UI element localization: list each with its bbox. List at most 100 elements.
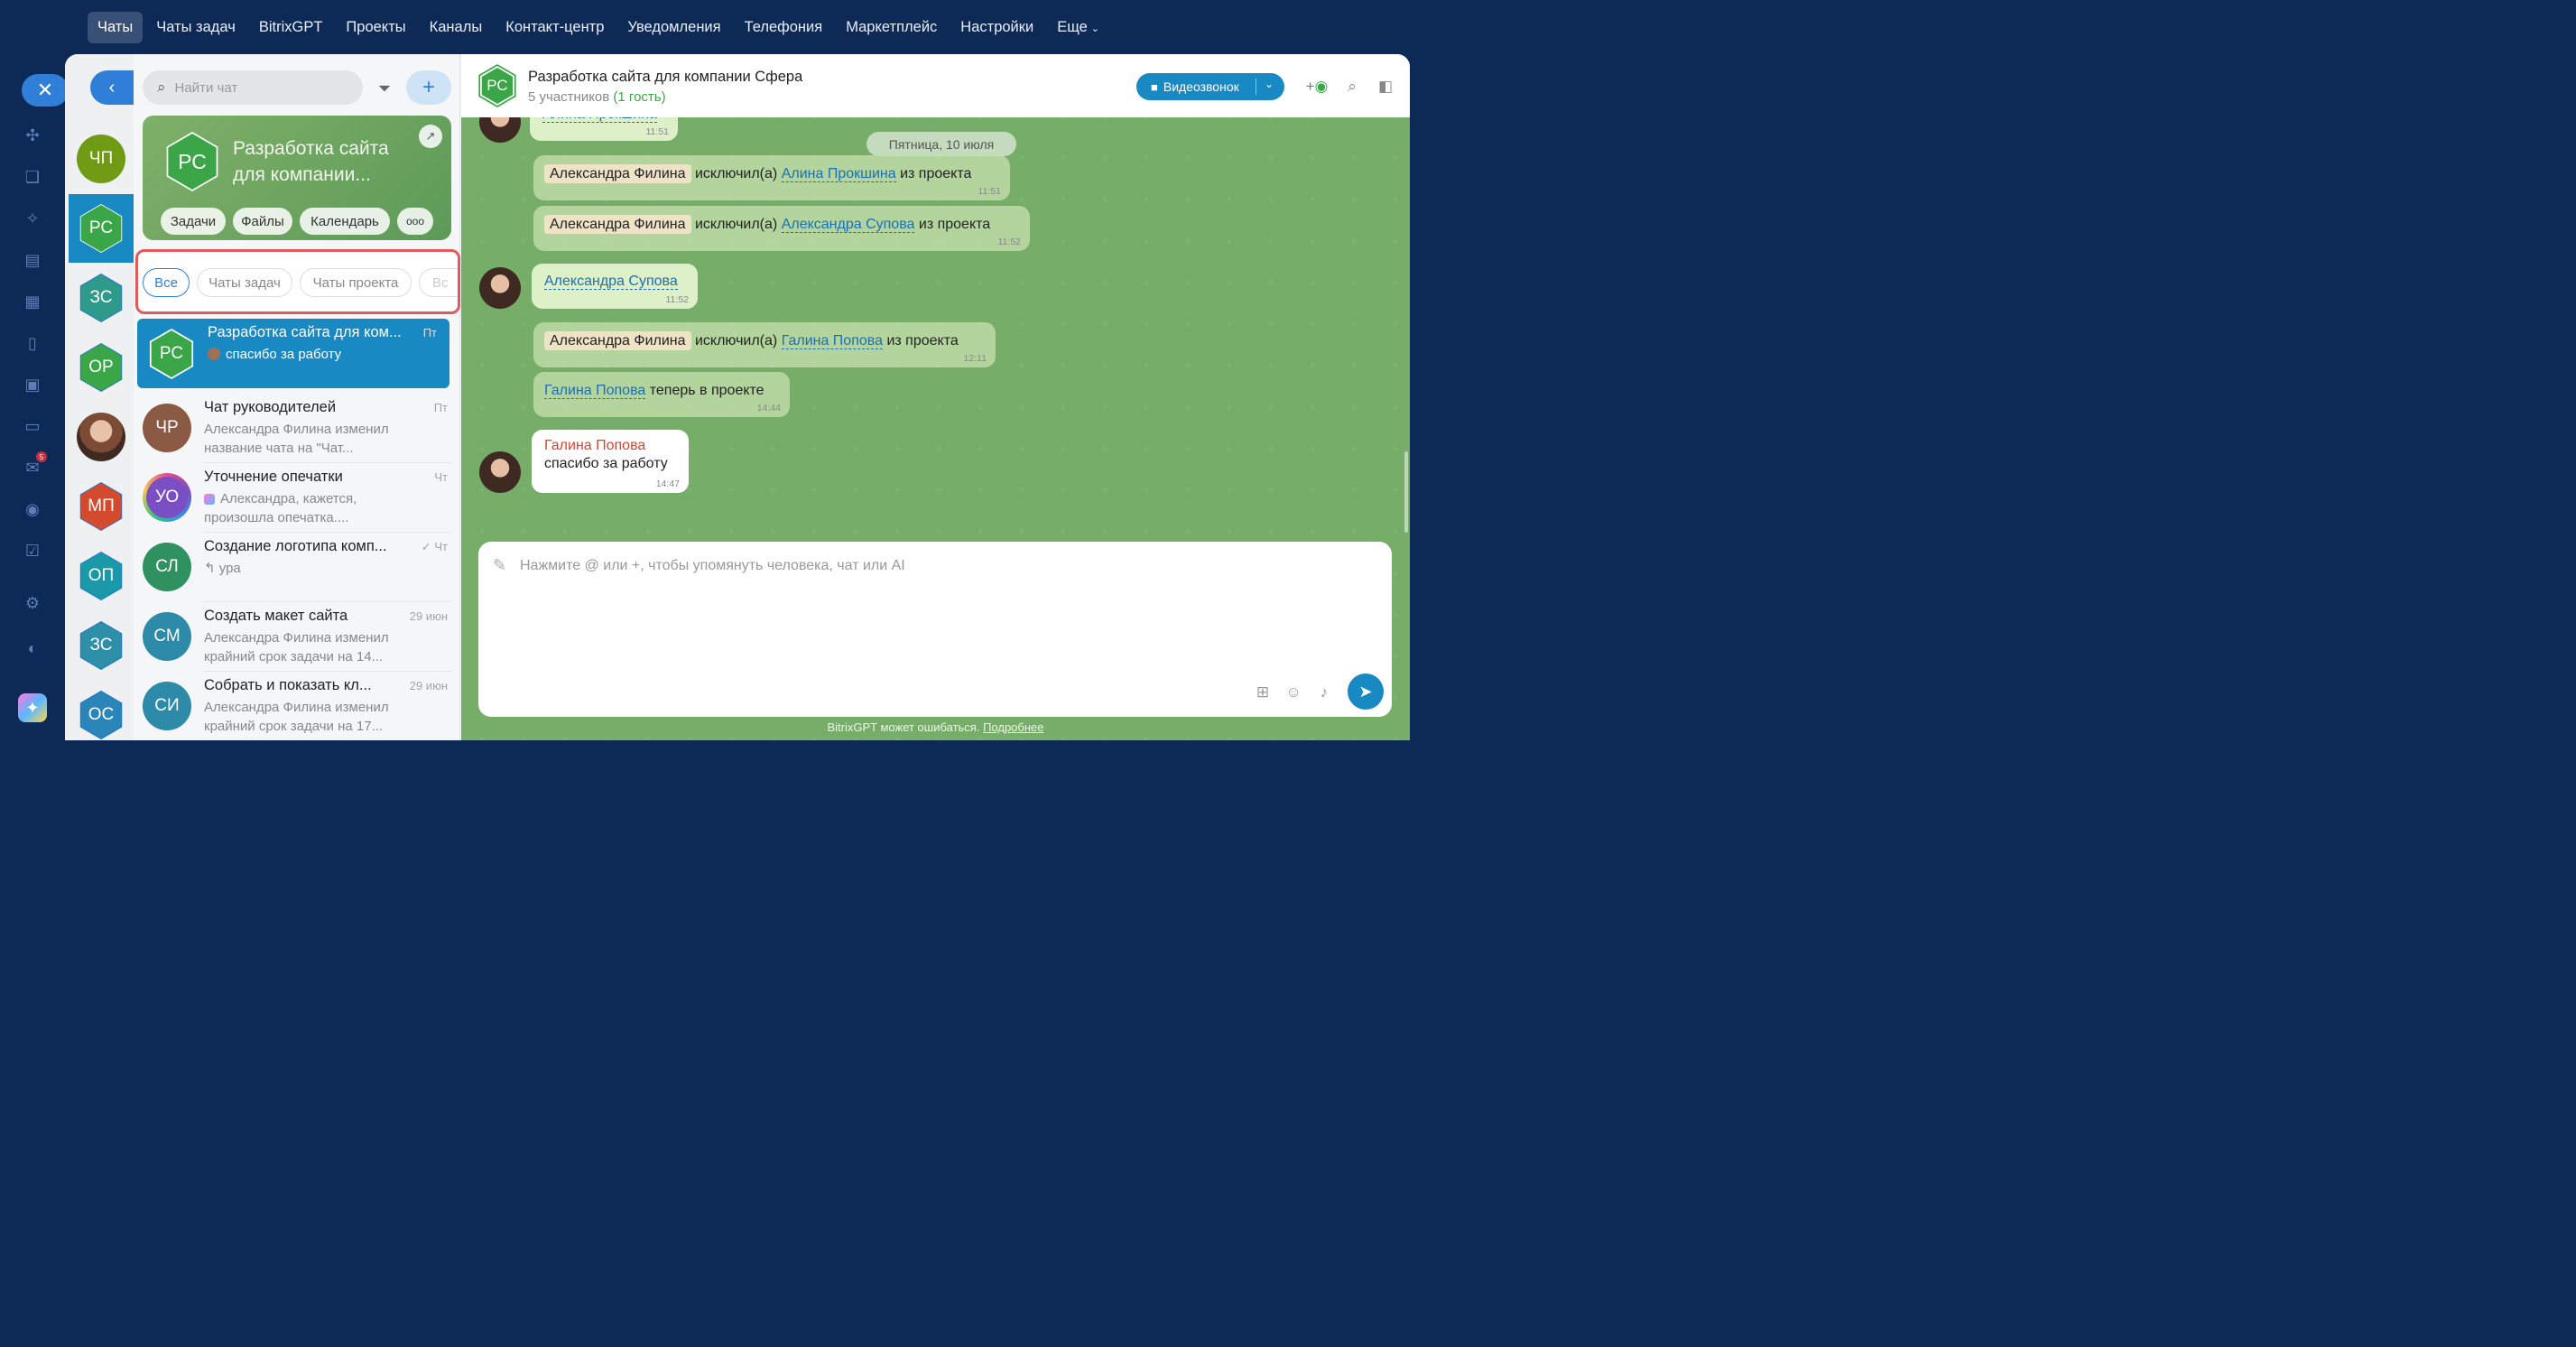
document-icon[interactable]: ▤ (22, 249, 43, 271)
nav-notifications[interactable]: Уведомления (617, 12, 730, 43)
message-composer[interactable]: ✎ Нажмите @ или +, чтобы упомянуть челов… (478, 542, 1392, 717)
mention-link[interactable]: Александра Супова (781, 217, 915, 233)
nav-channels[interactable]: Каналы (420, 12, 493, 43)
more-link[interactable]: Подробнее (983, 720, 1043, 734)
file-icon[interactable]: ▯ (22, 332, 43, 354)
open-external-icon[interactable]: ↗ (419, 125, 442, 148)
nav-task-chats[interactable]: Чаты задач (146, 12, 246, 43)
message-time: 12:11 (963, 353, 987, 364)
nav-contact-center[interactable]: Контакт-центр (496, 12, 614, 43)
actor-mention[interactable]: Александра Филина (544, 164, 691, 183)
message-author[interactable]: Галина Попова (544, 438, 676, 454)
filter-project-chats[interactable]: Чаты проекта (300, 268, 412, 297)
list-item[interactable]: УО Уточнение опечатки Александра, кажетс… (134, 463, 460, 533)
avatar: ЧР (143, 404, 191, 452)
chat-title: Разработка сайта для ком... (208, 324, 402, 340)
paperclip-icon[interactable]: ✎ (493, 556, 506, 575)
chat-title: Создание логотипа комп... (204, 538, 387, 554)
mention-link[interactable]: Галина Попова (544, 383, 646, 399)
avatar: СЛ (143, 543, 191, 591)
list-item[interactable]: ЧР Чат руководителей Александра Филина и… (134, 394, 460, 463)
recent-avatar[interactable] (69, 403, 134, 471)
add-user-icon[interactable]: +◉ (1306, 76, 1329, 98)
nav-chats[interactable]: Чаты (88, 11, 144, 43)
chat-time: Чт (434, 470, 448, 484)
filter-more[interactable]: Вс (419, 268, 458, 297)
recent-avatar[interactable]: РС (69, 194, 134, 263)
conversation-panel: Алина Прокшина 11:51 РС Разработка сайта… (461, 54, 1410, 740)
recent-avatar[interactable]: ОР (69, 333, 134, 402)
more-chip[interactable]: ооо (397, 208, 433, 235)
system-message: Галина Попова теперь в проекте 14:44 (533, 372, 790, 417)
video-call-label: Видеозвонок (1163, 79, 1239, 94)
chat-members[interactable]: 5 участников (1 гость) (528, 89, 666, 105)
search-icon[interactable]: ⌕ (1341, 76, 1363, 98)
nav-more[interactable]: Еще ⌄ (1047, 12, 1109, 43)
filter-task-chats[interactable]: Чаты задач (197, 268, 292, 297)
status-icon[interactable]: ◐ (22, 637, 43, 659)
nav-marketplace[interactable]: Маркетплейс (836, 12, 947, 43)
recent-avatar[interactable]: МП (69, 472, 134, 541)
calendar-chip[interactable]: Календарь (300, 208, 390, 235)
chat-time: 29 июн (409, 679, 448, 692)
recent-avatar[interactable]: ЧП (69, 125, 134, 193)
message-time: 11:51 (645, 126, 670, 137)
video-call-button[interactable]: ■ Видеозвонок ⌄ (1136, 73, 1284, 100)
gear-icon[interactable]: ⚙ (22, 592, 43, 614)
mention-link[interactable]: Александра Супова (544, 274, 678, 290)
recent-avatar[interactable]: ОП (69, 542, 134, 610)
list-item[interactable]: РС Разработка сайта для ком... спасибо з… (137, 319, 449, 388)
avatar: МП (80, 483, 122, 530)
actor-mention[interactable]: Александра Филина (544, 215, 691, 234)
list-item[interactable]: СМ Создать макет сайта Александра Филина… (134, 602, 460, 672)
composer-placeholder: Нажмите @ или +, чтобы упомянуть человек… (520, 558, 905, 573)
puzzle-icon[interactable]: ✣ (22, 125, 43, 146)
ai-star-icon[interactable]: ✦ (18, 693, 47, 722)
card-icon[interactable]: ▭ (22, 415, 43, 437)
nav-bitrixgpt[interactable]: BitrixGPT (249, 12, 333, 43)
search-input[interactable]: ⌕ Найти чат (143, 70, 363, 105)
recent-avatar[interactable]: ЗС (69, 264, 134, 332)
avatar: ОП (80, 553, 122, 599)
nav-projects[interactable]: Проекты (336, 12, 415, 43)
send-button[interactable]: ➤ (1348, 674, 1384, 710)
calendar-icon[interactable]: ▦ (22, 291, 43, 312)
knowledge-icon[interactable]: ▣ (22, 374, 43, 395)
scrollbar[interactable] (1404, 451, 1408, 533)
chat-bubbles-icon[interactable]: ❏ (22, 166, 43, 188)
actor-mention[interactable]: Александра Филина (544, 331, 691, 350)
filter-funnel-icon[interactable]: ⏷ (372, 76, 397, 101)
guest-count: (1 гость) (613, 89, 666, 105)
smile-icon[interactable]: ☺ (1283, 683, 1303, 702)
checkbox-icon[interactable]: ☑ (22, 540, 43, 562)
mention-link[interactable]: Галина Попова (781, 333, 883, 349)
apps-grid-icon[interactable]: ⊞ (1253, 683, 1273, 702)
close-icon[interactable]: ✕ (22, 74, 69, 107)
files-chip[interactable]: Файлы (233, 208, 292, 235)
copilot-icon[interactable]: ✧ (22, 208, 43, 229)
chat-preview: Александра Филина изменил название чата … (204, 422, 389, 456)
project-card[interactable]: РС Разработка сайта для компании... ↗ За… (143, 116, 451, 240)
list-item[interactable]: СЛ Создание логотипа комп... ↰ ура ✓ Чт (134, 533, 460, 602)
recent-avatar[interactable]: ЗС (69, 611, 134, 680)
camera-icon: ■ (1151, 79, 1158, 94)
system-message: Александра Филина исключил(а) Александра… (533, 206, 1030, 251)
microphone-icon[interactable]: ♪ (1314, 683, 1334, 702)
mention-link[interactable]: Алина Прокшина (781, 166, 896, 182)
target-icon[interactable]: ◉ (22, 498, 43, 520)
list-item[interactable]: СИ Собрать и показать кл... Александра Ф… (134, 672, 460, 740)
message-time: 14:47 (655, 478, 680, 489)
recent-avatar[interactable]: ОС (69, 681, 134, 740)
back-arrow-icon[interactable]: ‹ (90, 70, 134, 105)
avatar: ОС (80, 692, 122, 739)
search-icon: ⌕ (157, 79, 166, 96)
nav-telephony[interactable]: Телефония (735, 12, 833, 43)
sidebar-toggle-icon[interactable]: ◧ (1375, 76, 1396, 98)
filter-all[interactable]: Все (143, 268, 190, 297)
message-bubble: Александра Супова 11:52 (532, 264, 698, 309)
tasks-chip[interactable]: Задачи (161, 208, 226, 235)
chevron-down-icon[interactable]: ⌄ (1265, 78, 1274, 90)
nav-settings[interactable]: Настройки (950, 12, 1043, 43)
add-chat-button[interactable]: + (406, 70, 451, 105)
chat-title[interactable]: Разработка сайта для компании Сфера (528, 69, 802, 86)
